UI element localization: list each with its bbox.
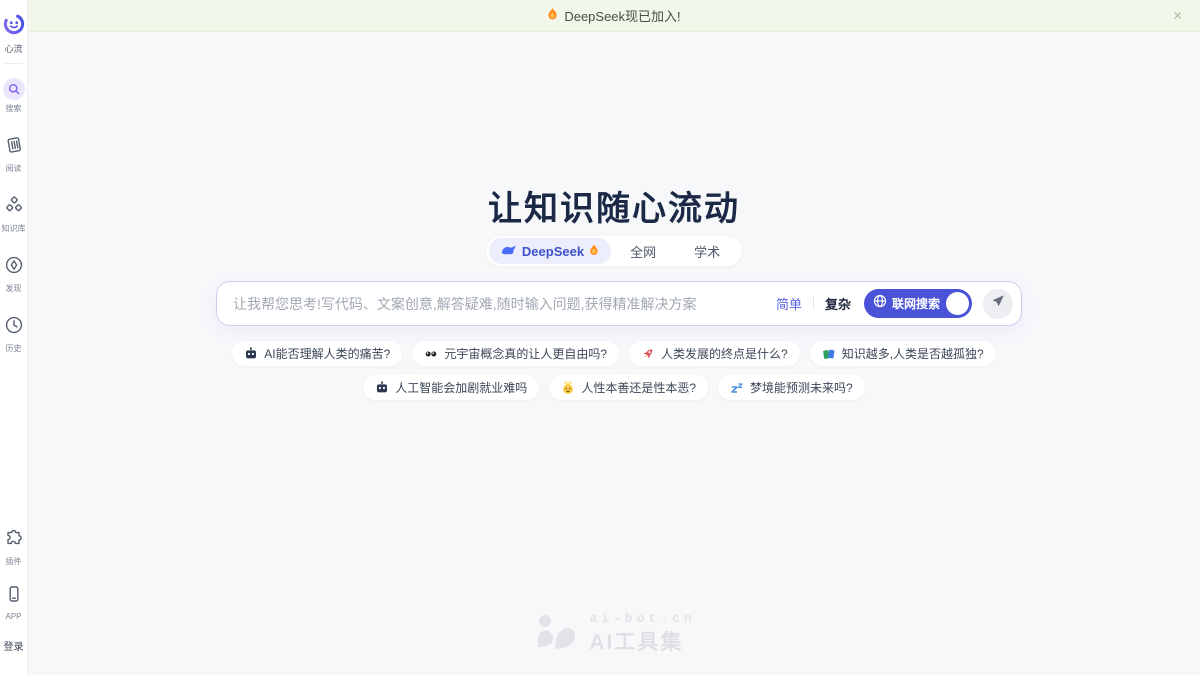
rocket-icon <box>641 347 655 361</box>
suggestion-chip[interactable]: 知识越多,人类是否越孤独? <box>810 341 996 366</box>
xinliu-logo-icon <box>3 13 25 40</box>
watermark-text: ai-bot.cn AI工具集 <box>589 611 695 656</box>
mode-divider <box>813 297 814 310</box>
whale-icon <box>501 244 517 259</box>
mode-simple-button[interactable]: 简单 <box>776 294 802 313</box>
search-box: 简单 复杂 联网搜索 <box>216 281 1022 326</box>
login-button[interactable]: 登录 <box>4 638 24 653</box>
suggestion-chip[interactable]: 人工智能会加剧就业难吗 <box>363 375 539 400</box>
banner-text: DeepSeek现已加入! <box>564 6 680 25</box>
send-icon <box>991 294 1005 313</box>
ai-bot-logo-icon <box>532 611 578 656</box>
compass-icon <box>4 255 24 280</box>
watermark: ai-bot.cn AI工具集 <box>28 611 1200 656</box>
angel-face-icon <box>561 381 575 395</box>
suggestion-chip[interactable]: 元宇宙概念真的让人更自由吗? <box>412 341 619 366</box>
globe-icon <box>873 294 887 313</box>
web-search-toggle-label: 联网搜索 <box>892 295 940 312</box>
zzz-icon <box>730 381 744 395</box>
search-mode-tabs: DeepSeek 全网 学术 <box>486 236 742 266</box>
app-logo[interactable]: 心流 <box>3 13 25 55</box>
sidebar-item-knowledge-base[interactable]: 知识库 <box>2 195 26 234</box>
tab-academic-label: 学术 <box>694 242 720 261</box>
book-icon <box>4 135 24 160</box>
sidebar-bottom-group: 插件 APP 登录 <box>4 528 24 661</box>
sidebar-item-app[interactable]: APP <box>4 584 24 621</box>
sidebar-item-discover[interactable]: 发现 <box>4 255 24 294</box>
sidebar-item-plugins[interactable]: 插件 <box>4 528 24 567</box>
suggestion-chip[interactable]: 梦境能预测未来吗? <box>718 375 865 400</box>
suggestion-row-1: AI能否理解人类的痛苦? 元宇宙概念真的让人更自由吗? 人类发展的终点是什么? … <box>28 341 1200 366</box>
puzzle-icon <box>4 528 24 553</box>
page-title: 让知识随心流动 <box>28 181 1200 230</box>
search-icon <box>3 78 25 100</box>
app-logo-label: 心流 <box>4 42 22 55</box>
sidebar-item-reading[interactable]: 阅读 <box>4 135 24 174</box>
tab-deepseek-label: DeepSeek <box>522 244 584 259</box>
clock-icon <box>4 315 24 340</box>
sidebar-item-history[interactable]: 历史 <box>4 315 24 354</box>
watermark-site: ai-bot.cn <box>589 611 695 626</box>
banner-close-icon[interactable]: × <box>1173 8 1182 23</box>
web-search-toggle[interactable]: 联网搜索 <box>864 289 972 318</box>
watermark-title: AI工具集 <box>589 626 695 656</box>
search-input[interactable] <box>233 296 765 312</box>
suggestion-chip[interactable]: 人类发展的终点是什么? <box>629 341 800 366</box>
sidebar-item-search[interactable]: 搜索 <box>3 78 25 114</box>
flame-icon <box>547 7 558 24</box>
tab-whole-web[interactable]: 全网 <box>611 238 675 264</box>
phone-icon <box>4 584 24 609</box>
suggestion-chip[interactable]: 人性本善还是性本恶? <box>549 375 708 400</box>
robot-icon <box>375 381 389 395</box>
sidebar-divider <box>5 63 23 64</box>
books-icon <box>822 347 836 361</box>
tab-whole-web-label: 全网 <box>630 242 656 261</box>
app-window: DeepSeek现已加入! × 心流 搜索 <box>0 0 1200 675</box>
flame-icon <box>589 244 599 259</box>
tab-academic[interactable]: 学术 <box>675 238 739 264</box>
suggestion-row-2: 人工智能会加剧就业难吗 人性本善还是性本恶? 梦境能预测未来吗? <box>28 375 1200 400</box>
eyes-icon <box>424 347 438 361</box>
sidebar: 心流 搜索 阅读 知识库 发现 <box>0 0 28 675</box>
send-button[interactable] <box>983 289 1013 319</box>
toggle-knob <box>946 292 969 315</box>
robot-icon <box>244 347 258 361</box>
tab-deepseek[interactable]: DeepSeek <box>489 238 611 264</box>
suggestion-chip[interactable]: AI能否理解人类的痛苦? <box>232 341 402 366</box>
mode-complex-button[interactable]: 复杂 <box>825 294 851 313</box>
knowledge-cubes-icon <box>4 195 24 220</box>
promo-banner: DeepSeek现已加入! × <box>28 0 1200 32</box>
